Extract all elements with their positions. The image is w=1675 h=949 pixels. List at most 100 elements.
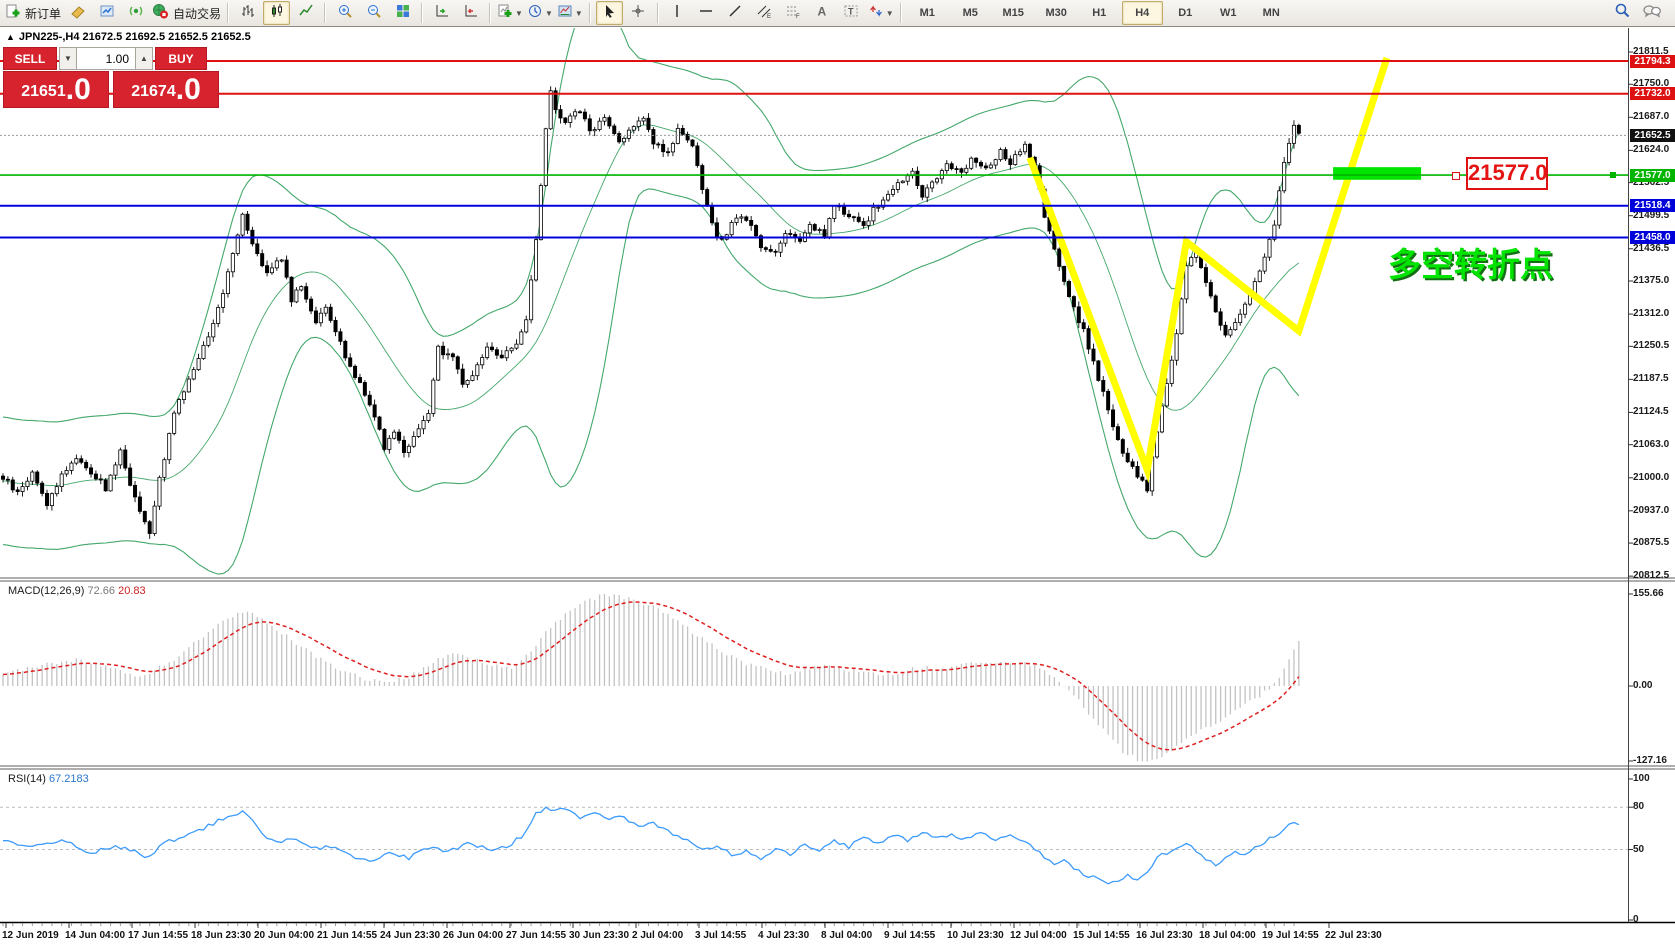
price-tick-label: 21063.0 bbox=[1633, 439, 1669, 451]
search-icon bbox=[1614, 2, 1631, 24]
templates-icon bbox=[557, 3, 573, 24]
search-button[interactable] bbox=[1609, 1, 1636, 25]
turning-point-annotation[interactable]: 多空转折点 bbox=[1388, 238, 1553, 286]
cursor-icon bbox=[601, 3, 617, 24]
time-label: 14 Jun 04:00 bbox=[65, 930, 125, 941]
text-label-icon: T bbox=[843, 3, 859, 24]
text-button[interactable]: A bbox=[809, 1, 836, 25]
indicators-icon bbox=[497, 3, 513, 24]
chart-window[interactable]: ▲ JPN225-,H4 21672.5 21692.5 21652.5 2165… bbox=[0, 28, 1675, 949]
rsi-value: 67.2183 bbox=[49, 773, 89, 785]
chat-button[interactable] bbox=[1638, 1, 1665, 25]
macd-scale-zero: 0.00 bbox=[1633, 680, 1652, 692]
arrows-button[interactable]: ▼ bbox=[867, 1, 895, 25]
candles-chart-button[interactable] bbox=[263, 1, 290, 25]
text-label-button[interactable]: T bbox=[838, 1, 865, 25]
new-order-button[interactable]: 新订单 bbox=[4, 1, 62, 25]
volume-decrease-button[interactable]: ▼ bbox=[59, 47, 77, 70]
buy-price-box[interactable]: 21674.0 bbox=[113, 71, 219, 108]
price-tick-label: 21187.5 bbox=[1633, 373, 1669, 385]
styler-icon bbox=[70, 3, 86, 24]
autotrade-icon bbox=[152, 3, 169, 24]
toolbar-separator bbox=[489, 3, 491, 23]
time-label: 12 Jul 04:00 bbox=[1010, 930, 1067, 941]
price-tick-label: 21375.0 bbox=[1633, 275, 1669, 287]
horizontal-line-button[interactable] bbox=[693, 1, 720, 25]
timeframe-button-H4[interactable]: H4 bbox=[1122, 1, 1163, 25]
collapse-icon[interactable]: ▲ bbox=[6, 32, 15, 42]
timeframe-button-D1[interactable]: D1 bbox=[1165, 1, 1206, 25]
chart-title-text: JPN225-,H4 21672.5 21692.5 21652.5 21652… bbox=[19, 31, 251, 43]
vertical-line-button[interactable] bbox=[664, 1, 691, 25]
templates-button[interactable]: ▼ bbox=[556, 1, 584, 25]
rsi-scale-tick: 50 bbox=[1633, 844, 1644, 856]
timeframe-button-M1[interactable]: M1 bbox=[907, 1, 948, 25]
timeframe-button-M30[interactable]: M30 bbox=[1036, 1, 1077, 25]
dropdown-caret-icon: ▼ bbox=[886, 9, 894, 18]
tile-windows-icon bbox=[395, 3, 411, 24]
main-toolbar: 新订单 自动交易 ▼ ▼ ▼ E F A T ▼ M1M5M15M30H1H4D… bbox=[0, 0, 1675, 27]
buy-button[interactable]: BUY bbox=[155, 47, 207, 70]
zoom-out-button[interactable] bbox=[360, 1, 387, 25]
cursor-button[interactable] bbox=[596, 1, 623, 25]
vertical-line-icon bbox=[669, 3, 685, 24]
periods-button[interactable]: ▼ bbox=[526, 1, 554, 25]
volume-increase-button[interactable]: ▲ bbox=[135, 47, 153, 70]
crosshair-button[interactable] bbox=[625, 1, 652, 25]
market-watch-button[interactable] bbox=[93, 1, 120, 25]
timeframe-button-W1[interactable]: W1 bbox=[1208, 1, 1249, 25]
sell-price-box[interactable]: 21651.0 bbox=[3, 71, 109, 108]
time-label: 15 Jul 14:55 bbox=[1073, 930, 1130, 941]
price-tick-label: 21312.0 bbox=[1633, 308, 1669, 320]
line-chart-button[interactable] bbox=[292, 1, 319, 25]
zoom-in-button[interactable] bbox=[331, 1, 358, 25]
dropdown-caret-icon: ▼ bbox=[545, 9, 553, 18]
time-label: 20 Jun 04:00 bbox=[254, 930, 314, 941]
new-order-icon bbox=[5, 3, 21, 24]
timeframe-button-M15[interactable]: M15 bbox=[993, 1, 1034, 25]
autotrade-label: 自动交易 bbox=[173, 5, 221, 22]
toolbar-separator bbox=[589, 3, 591, 23]
timeframe-button-H1[interactable]: H1 bbox=[1079, 1, 1120, 25]
dropdown-caret-icon: ▼ bbox=[575, 9, 583, 18]
zoom-out-icon bbox=[366, 3, 382, 24]
fibonacci-icon: F bbox=[785, 3, 801, 24]
auto-scroll-button[interactable] bbox=[428, 1, 455, 25]
time-label: 26 Jun 04:00 bbox=[443, 930, 503, 941]
bars-chart-button[interactable] bbox=[234, 1, 261, 25]
signals-button[interactable] bbox=[122, 1, 149, 25]
toolbar-separator bbox=[227, 3, 229, 23]
market-watch-icon bbox=[99, 3, 115, 24]
timeframe-button-M5[interactable]: M5 bbox=[950, 1, 991, 25]
macd-label: MACD(12,26,9) 72.66 20.83 bbox=[8, 585, 146, 597]
toolbar-separator bbox=[900, 3, 902, 23]
toolbar-separator bbox=[657, 3, 659, 23]
fibonacci-button[interactable]: F bbox=[780, 1, 807, 25]
sell-price: 21651 bbox=[21, 79, 66, 105]
sell-button[interactable]: SELL bbox=[3, 47, 57, 70]
price-tick-label: 21000.0 bbox=[1633, 472, 1669, 484]
candles-chart-icon bbox=[269, 3, 285, 24]
channel-button[interactable]: E bbox=[751, 1, 778, 25]
macd-name: MACD(12,26,9) bbox=[8, 585, 84, 597]
time-label: 2 Jul 04:00 bbox=[632, 930, 683, 941]
candlestick-chart-canvas[interactable] bbox=[0, 28, 1675, 949]
key-level-callout[interactable]: 21577.0 bbox=[1466, 157, 1548, 190]
macd-signal-value: 20.83 bbox=[118, 585, 146, 597]
svg-text:A: A bbox=[818, 4, 827, 18]
time-label: 3 Jul 14:55 bbox=[695, 930, 746, 941]
tile-windows-button[interactable] bbox=[389, 1, 416, 25]
volume-input[interactable] bbox=[77, 47, 135, 70]
timeframe-button-MN[interactable]: MN bbox=[1251, 1, 1292, 25]
chart-shift-button[interactable] bbox=[457, 1, 484, 25]
styler-button[interactable] bbox=[64, 1, 91, 25]
time-label: 18 Jun 23:30 bbox=[191, 930, 251, 941]
trendline-button[interactable] bbox=[722, 1, 749, 25]
svg-text:F: F bbox=[796, 14, 800, 19]
autotrade-button[interactable]: 自动交易 bbox=[151, 1, 222, 25]
indicators-button[interactable]: ▼ bbox=[496, 1, 524, 25]
line-chart-icon bbox=[298, 3, 314, 24]
time-label: 4 Jul 23:30 bbox=[758, 930, 809, 941]
crosshair-icon bbox=[630, 3, 646, 24]
line-anchor-marker[interactable] bbox=[1452, 172, 1460, 180]
